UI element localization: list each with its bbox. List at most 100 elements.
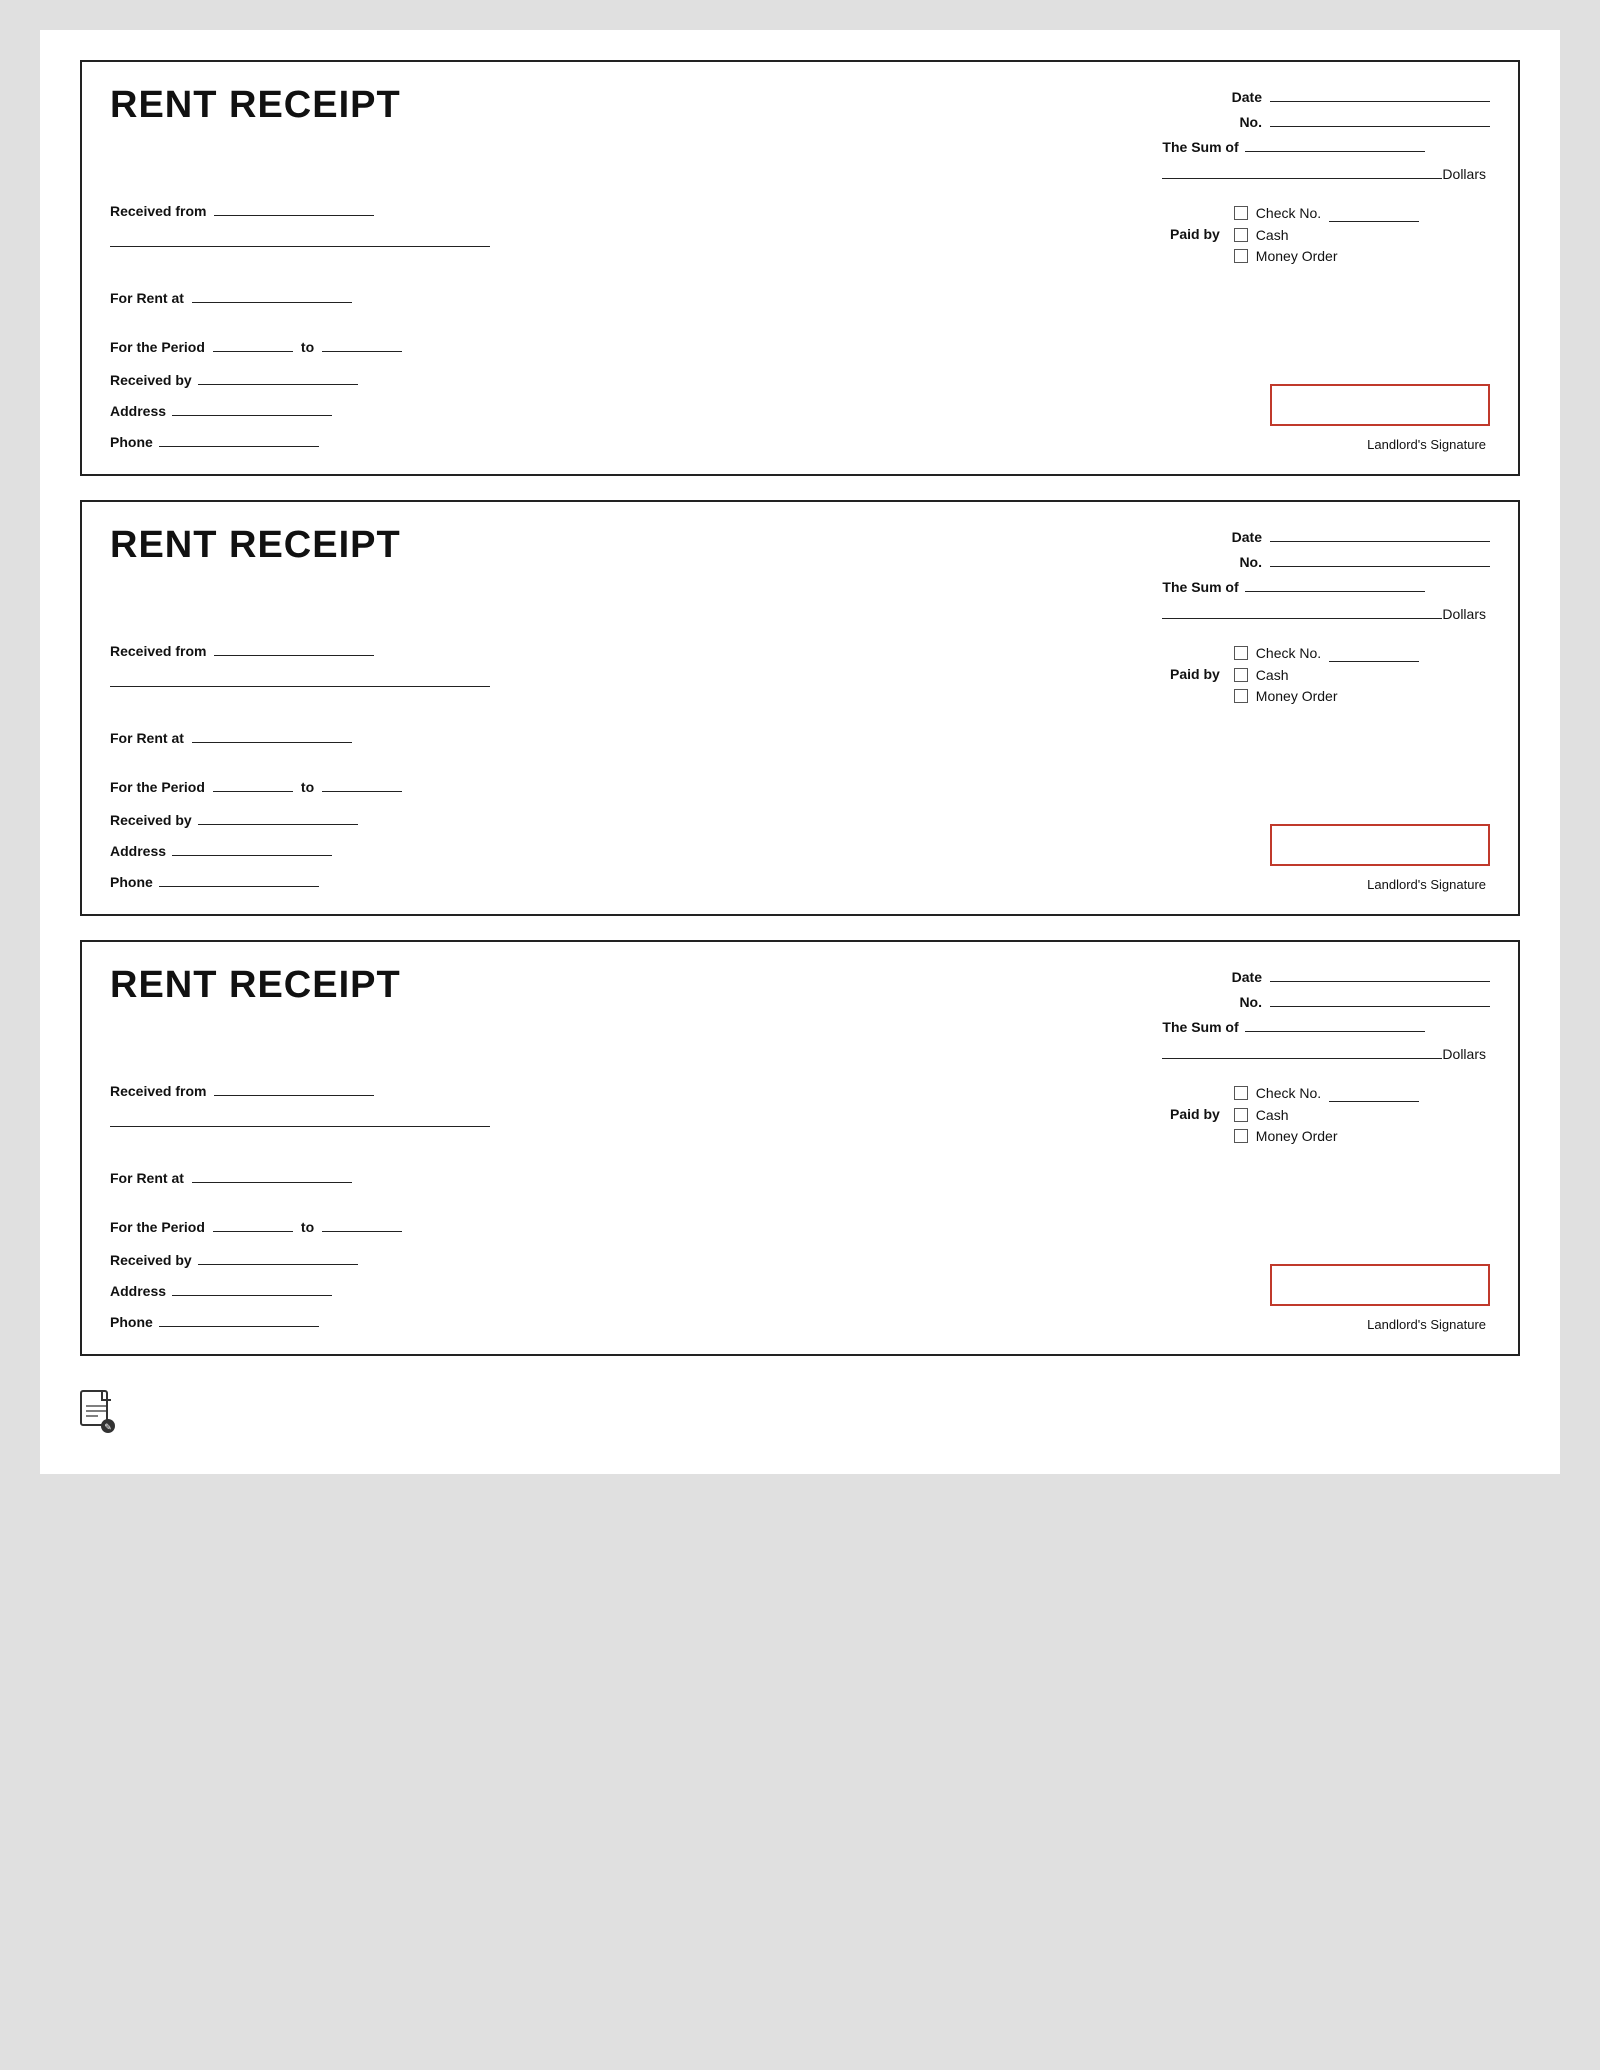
receipt-1-sum-row: The Sum of (1162, 134, 1490, 155)
cash-checkbox-3[interactable] (1234, 1108, 1248, 1122)
full-underline-3[interactable] (110, 1109, 490, 1127)
address-underline-3[interactable] (172, 1278, 332, 1296)
for-rent-underline-2[interactable] (192, 725, 352, 743)
cash-checkbox-1[interactable] (1234, 228, 1248, 242)
receipt-2-dollars-row: Dollars (1162, 599, 1490, 622)
receipt-3-signature-box[interactable] (1270, 1264, 1490, 1306)
spacer-2 (110, 318, 1150, 326)
dollars-underline-1[interactable] (1162, 161, 1442, 179)
received-from-underline-2[interactable] (214, 638, 374, 656)
receipt-2-for-rent-row: For Rent at (110, 725, 1150, 746)
sum-underline-3[interactable] (1245, 1014, 1425, 1032)
received-by-label-2: Received by (110, 812, 192, 828)
no-label-1: No. (1239, 114, 1262, 130)
no-underline-1[interactable] (1270, 109, 1490, 127)
received-by-underline-2[interactable] (198, 807, 358, 825)
footer-area: ✎ (80, 1390, 1520, 1434)
full-underline-1[interactable] (110, 229, 490, 247)
receipt-2-left: Received from For Rent at For the Period… (110, 638, 1150, 892)
check-no-checkbox-1[interactable] (1234, 206, 1248, 220)
address-underline-1[interactable] (172, 398, 332, 416)
receipt-2-right: Paid by Check No. Cash (1150, 638, 1490, 892)
date-underline-1[interactable] (1270, 84, 1490, 102)
sum-underline-2[interactable] (1245, 574, 1425, 592)
receipt-2-received-by-row: Received by (110, 807, 1150, 828)
check-no-checkbox-3[interactable] (1234, 1086, 1248, 1100)
receipt-3-dollars-row: Dollars (1162, 1039, 1490, 1062)
address-underline-2[interactable] (172, 838, 332, 856)
address-label-2: Address (110, 843, 166, 859)
check-no-checkbox-2[interactable] (1234, 646, 1248, 660)
no-label-3: No. (1239, 994, 1262, 1010)
dollars-label-3: Dollars (1442, 1046, 1490, 1062)
for-rent-underline-3[interactable] (192, 1165, 352, 1183)
receipt-1-date-no-section: Date No. The Sum of Dollars (1162, 84, 1490, 182)
dollars-underline-2[interactable] (1162, 601, 1442, 619)
receipt-1-top-right: Date No. The Sum of Dollars (1162, 84, 1490, 188)
receipt-3-sum-row: The Sum of (1162, 1014, 1490, 1035)
date-underline-3[interactable] (1270, 964, 1490, 982)
check-no-underline-2[interactable] (1329, 644, 1419, 662)
period-from-underline-1[interactable] (213, 334, 293, 352)
dollars-underline-3[interactable] (1162, 1041, 1442, 1059)
received-from-underline-1[interactable] (214, 198, 374, 216)
phone-underline-3[interactable] (159, 1309, 319, 1327)
received-by-underline-1[interactable] (198, 367, 358, 385)
receipt-1-check-no-row: Check No. (1234, 204, 1419, 222)
address-label-1: Address (110, 403, 166, 419)
no-underline-3[interactable] (1270, 989, 1490, 1007)
full-underline-2[interactable] (110, 669, 490, 687)
receipt-1-right: Paid by Check No. Cash (1150, 198, 1490, 452)
phone-label-2: Phone (110, 874, 153, 890)
date-label-3: Date (1232, 969, 1262, 985)
receipt-2-date-row: Date (1162, 524, 1490, 545)
money-order-checkbox-3[interactable] (1234, 1129, 1248, 1143)
receipt-2-top-right: Date No. The Sum of Dollars (1162, 524, 1490, 628)
receipt-1-paid-by-row: Paid by Check No. Cash (1170, 204, 1490, 264)
receipt-2-money-order-row: Money Order (1234, 688, 1419, 704)
money-order-checkbox-2[interactable] (1234, 689, 1248, 703)
receipt-2-check-no-row: Check No. (1234, 644, 1419, 662)
received-from-label-1: Received from (110, 203, 206, 219)
period-from-underline-2[interactable] (213, 774, 293, 792)
phone-underline-1[interactable] (159, 429, 319, 447)
receipt-1-date-row: Date (1162, 84, 1490, 105)
cash-checkbox-2[interactable] (1234, 668, 1248, 682)
receipt-2-checkbox-options: Check No. Cash Money Order (1234, 644, 1419, 704)
received-by-underline-3[interactable] (198, 1247, 358, 1265)
sum-underline-1[interactable] (1245, 134, 1425, 152)
money-order-checkbox-1[interactable] (1234, 249, 1248, 263)
receipt-1-no-row: No. (1162, 109, 1490, 130)
period-to-underline-2[interactable] (322, 774, 402, 792)
receipt-3-date-no-section: Date No. The Sum of Dollars (1162, 964, 1490, 1062)
phone-underline-2[interactable] (159, 869, 319, 887)
receipt-3-checkbox-options: Check No. Cash Money Order (1234, 1084, 1419, 1144)
sum-label-3: The Sum of (1162, 1019, 1238, 1035)
spacer-6 (110, 1198, 1150, 1206)
receipt-2-full-underline-row (110, 669, 1150, 687)
period-to-underline-1[interactable] (322, 334, 402, 352)
money-order-label-1: Money Order (1256, 248, 1338, 264)
for-rent-label-1: For Rent at (110, 290, 184, 306)
receipt-2-header: RENT RECEIPT Date No. The Sum of (110, 524, 1490, 628)
receipt-2-cash-row: Cash (1234, 667, 1419, 683)
receipt-1-header: RENT RECEIPT Date No. The Sum of (110, 84, 1490, 188)
period-to-underline-3[interactable] (322, 1214, 402, 1232)
period-from-underline-3[interactable] (213, 1214, 293, 1232)
date-underline-2[interactable] (1270, 524, 1490, 542)
no-label-2: No. (1239, 554, 1262, 570)
check-no-underline-1[interactable] (1329, 204, 1419, 222)
receipt-2-signature-box[interactable] (1270, 824, 1490, 866)
receipt-3-money-order-row: Money Order (1234, 1128, 1419, 1144)
received-from-underline-3[interactable] (214, 1078, 374, 1096)
check-no-underline-3[interactable] (1329, 1084, 1419, 1102)
receipt-3-header: RENT RECEIPT Date No. The Sum of (110, 964, 1490, 1068)
receipt-1-signature-box[interactable] (1270, 384, 1490, 426)
for-rent-underline-1[interactable] (192, 285, 352, 303)
receipt-1-for-rent-row: For Rent at (110, 285, 1150, 306)
no-underline-2[interactable] (1270, 549, 1490, 567)
receipt-1-paid-by-section: Paid by Check No. Cash (1170, 204, 1490, 264)
received-by-label-3: Received by (110, 1252, 192, 1268)
receipt-1-phone-row: Phone (110, 429, 1150, 450)
dollars-label-1: Dollars (1442, 166, 1490, 182)
